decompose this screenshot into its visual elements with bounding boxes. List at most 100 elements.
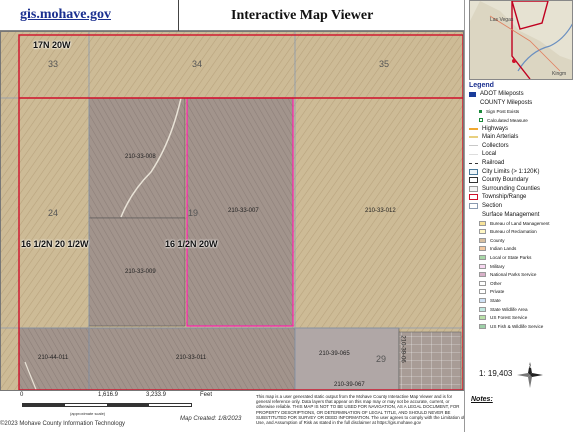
surface-swatch-icon (479, 289, 486, 295)
parcel-label[interactable]: 210-39-065 (319, 351, 350, 357)
legend-surface-label: National Parks Service (490, 272, 537, 278)
township-label: 16 1/2N 20W (165, 239, 218, 249)
site-logo-link[interactable]: gis.mohave.gov (20, 7, 111, 23)
legend-surface-label: County (490, 237, 505, 243)
section-label: 24 (48, 208, 59, 218)
main-map[interactable]: 17N 20W 16 1/2N 20 1/2W 16 1/2N 20W 33 3… (0, 31, 464, 391)
north-arrow-icon: N (517, 362, 543, 388)
overview-place-label: Las Vegas (490, 17, 514, 23)
surface-swatch-icon (479, 229, 486, 235)
legend-surface-label: Military (490, 263, 505, 269)
section-label: 19 (188, 208, 199, 218)
parcel-label[interactable]: 210-44-011 (38, 355, 68, 361)
legend-surface-label: Indian Lands (490, 246, 517, 252)
legend-subitem: Sign Post Exists (469, 107, 575, 116)
legend-surface-label: Other (490, 280, 502, 286)
section-label: 29 (376, 354, 387, 364)
map-viewer-page: gis.mohave.gov Interactive Map Viewer 17… (0, 0, 576, 432)
surface-swatch-icon (479, 298, 486, 304)
legend-title: Legend (469, 82, 494, 89)
township-range-icon (469, 194, 478, 201)
legend-surface-label: Bureau of Land Management (490, 220, 550, 226)
legend: Legend ADOT Mileposts COUNTY Mileposts S… (469, 82, 575, 364)
township-label: 16 1/2N 20 1/2W (21, 239, 89, 249)
parcel-label[interactable]: 210-33-008 (125, 154, 156, 160)
legend-surface-item: Local or State Parks (469, 253, 575, 262)
legend-item-highways: Highways (469, 124, 575, 133)
surface-swatch-icon (479, 263, 486, 269)
legend-surface-item: Indian Lands (469, 245, 575, 254)
header: gis.mohave.gov Interactive Map Viewer (0, 0, 464, 31)
section-label: 33 (48, 59, 59, 69)
sign-post-icon (479, 109, 482, 113)
city-limits-icon (469, 168, 478, 175)
parcel-label[interactable]: 210-33-009 (125, 269, 156, 275)
notes-heading: Notes: (471, 396, 493, 403)
legend-item-county-boundary: County Boundary (469, 176, 575, 185)
parcel-label[interactable]: 210-33-011 (176, 355, 206, 361)
legend-subitem: Calculated Measure (469, 116, 575, 125)
surface-swatch-icon (479, 220, 486, 226)
collector-line-icon (469, 145, 478, 147)
scale-note: (approximate scale) (70, 411, 106, 416)
legend-surface-item: Other (469, 279, 575, 288)
legend-surface-item: National Parks Service (469, 270, 575, 279)
legend-surface-label: State Wildlife Area (490, 306, 528, 312)
legend-item-surrounding: Surrounding Counties (469, 185, 575, 194)
page-title: Interactive Map Viewer (178, 0, 464, 31)
legend-item-local: Local (469, 150, 575, 159)
parcel-label[interactable]: 210-39-06 (400, 335, 406, 362)
copyright-text: ©2023 Mohave County Information Technolo… (0, 421, 126, 427)
surface-swatch-icon (479, 280, 486, 286)
surface-swatch-icon (479, 315, 486, 321)
section-icon (469, 203, 478, 210)
map-created-date: Map Created: 1/8/2023 (180, 416, 242, 422)
scale-tick-label: 1,616.9 (98, 392, 119, 398)
legend-surface-label: State (490, 298, 501, 304)
legend-item-township: Township/Range (469, 193, 575, 202)
section-label: 34 (192, 59, 203, 69)
surface-swatch-icon (479, 272, 486, 278)
surrounding-counties-icon (469, 185, 478, 192)
township-label: 17N 20W (33, 40, 71, 50)
overview-place-label: Kingm (552, 71, 567, 77)
calculated-icon (479, 118, 483, 123)
legend-surface-label: US Fish & Wildlife Service (490, 323, 544, 329)
right-panel: Las Vegas Kingm Legend ADOT Mileposts CO… (464, 0, 576, 432)
legend-item-county-mileposts: COUNTY Mileposts (480, 99, 533, 106)
surface-swatch-icon (479, 246, 486, 252)
county-boundary-icon (469, 177, 478, 184)
legend-surface-item: Private (469, 288, 575, 297)
legend-surface-label: Private (490, 289, 505, 295)
legend-item-arterials: Main Arterials (469, 133, 575, 142)
parcel-label[interactable]: 210-39-067 (334, 382, 365, 388)
overview-map[interactable]: Las Vegas Kingm (469, 0, 573, 80)
legend-surface-item: State (469, 296, 575, 305)
surface-swatch-icon (479, 237, 486, 243)
svg-text:N: N (529, 364, 532, 369)
scale-tick-label: 0 (20, 392, 24, 398)
parcel-label[interactable]: 210-33-012 (365, 208, 396, 214)
scale-unit: Feet (200, 392, 213, 398)
legend-item-railroad: Railroad (469, 159, 575, 168)
scale-bar-graphic (22, 403, 192, 407)
legend-item-section: Section (469, 202, 575, 211)
arterial-line-icon (469, 136, 478, 139)
surface-swatch-icon (479, 255, 486, 261)
legend-surface-item: State Wildlife Area (469, 305, 575, 314)
parcel-grid-subdivision (398, 331, 462, 390)
disclaimer-text: This map is a user generated static outp… (256, 394, 465, 426)
legend-surface-label: Bureau of Reclamation (490, 229, 537, 235)
legend-surface-item: County (469, 236, 575, 245)
legend-surface-item: Military (469, 262, 575, 271)
overview-canvas (470, 1, 572, 79)
adot-milepost-icon (469, 91, 476, 97)
railroad-line-icon (469, 162, 478, 164)
scale-ratio: 1: 19,403 (479, 369, 513, 378)
legend-surface-item: Bureau of Reclamation (469, 228, 575, 237)
legend-item-adot: ADOT Mileposts (469, 90, 575, 99)
surface-management-list: Bureau of Land Management Bureau of Recla… (469, 219, 575, 331)
legend-surface-label: Local or State Parks (490, 255, 532, 261)
parcel-label[interactable]: 210-33-007 (228, 208, 259, 214)
highway-line-icon (469, 127, 478, 130)
